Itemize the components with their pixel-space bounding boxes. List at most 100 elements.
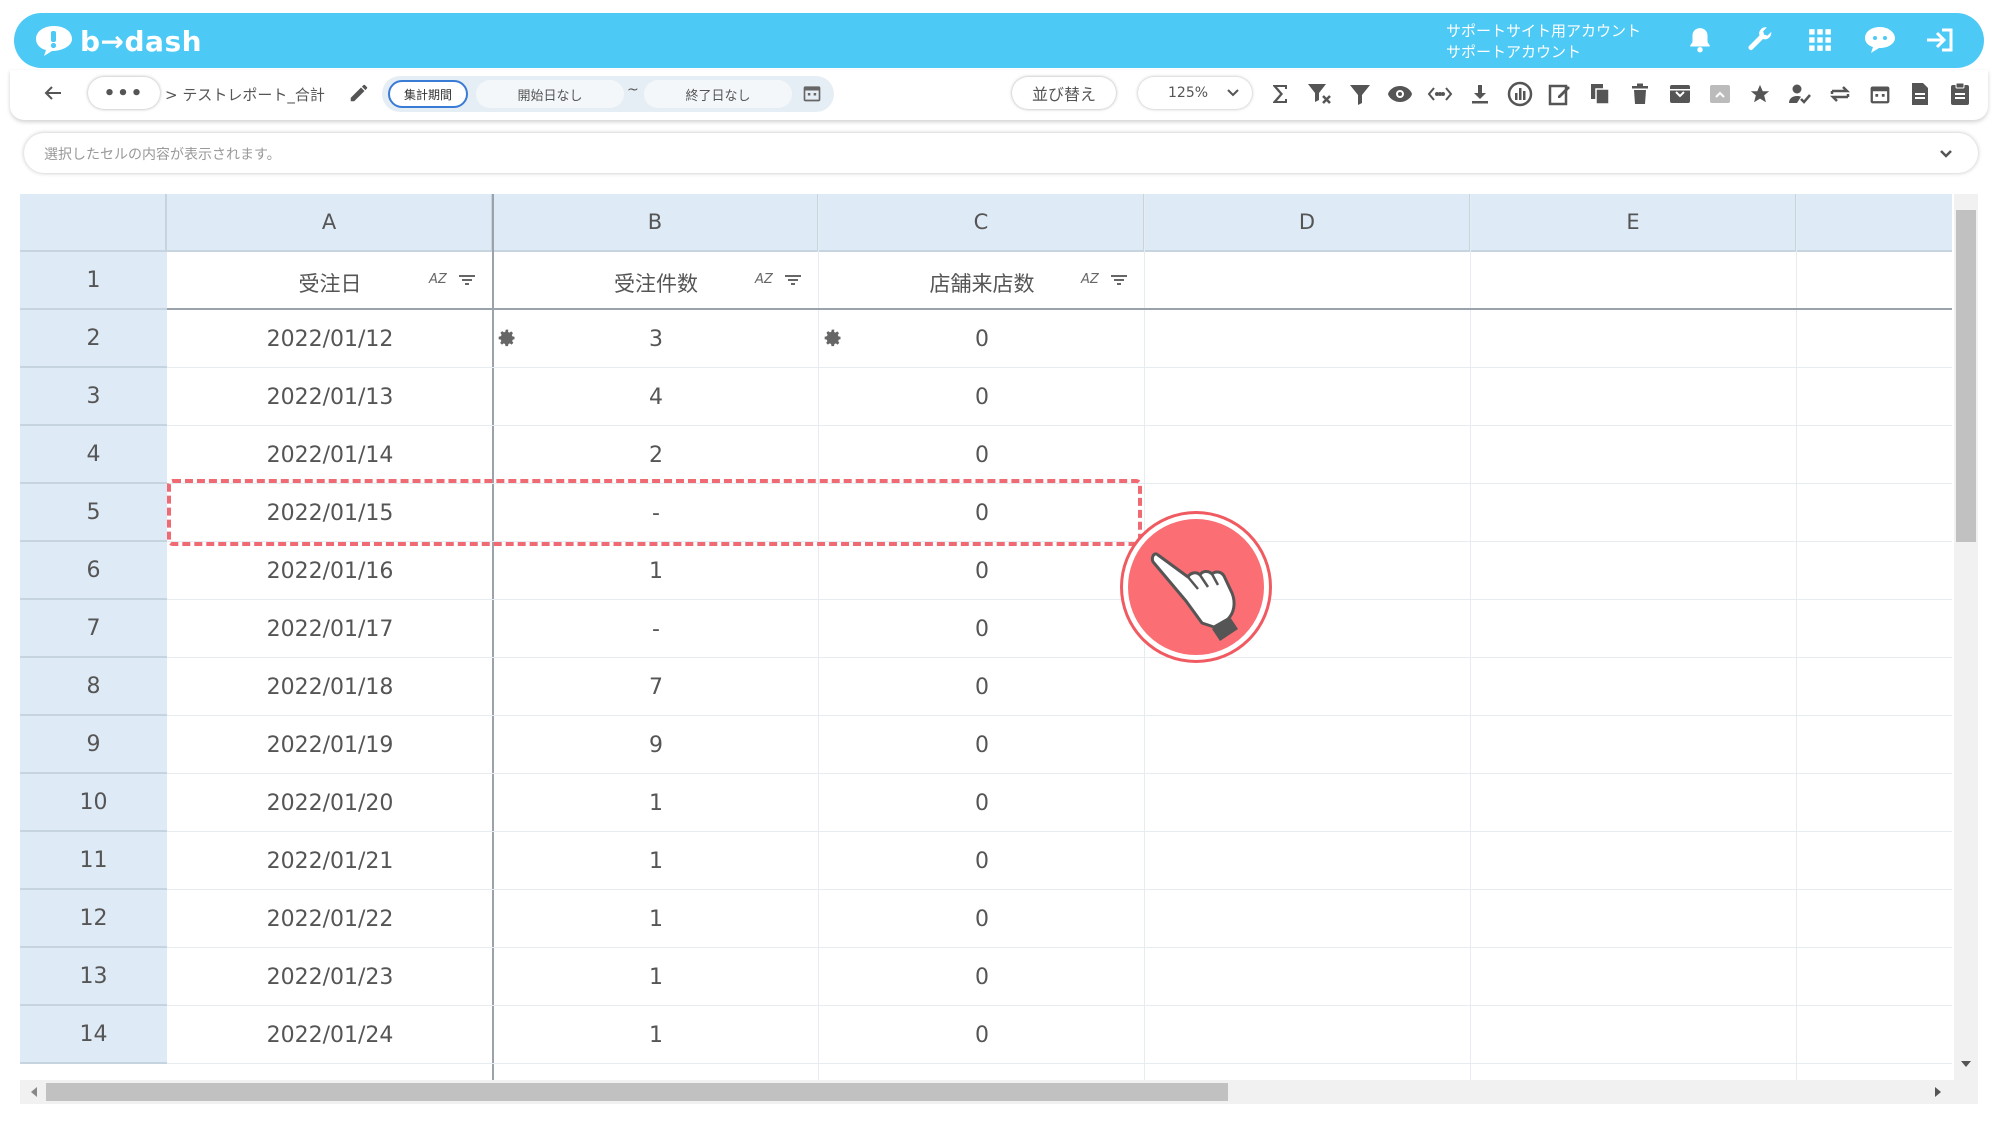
cell-a[interactable]: 2022/01/14 xyxy=(167,426,493,484)
cell-b[interactable]: 1 xyxy=(493,948,819,1006)
column-header-c[interactable]: C xyxy=(819,194,1145,250)
horizontal-scroll-thumb[interactable] xyxy=(46,1083,1228,1101)
row-header[interactable]: 14 xyxy=(20,1006,167,1064)
filter-lines-icon[interactable] xyxy=(783,270,803,290)
calendar-icon[interactable] xyxy=(802,83,824,105)
cell-b[interactable]: 9 xyxy=(493,716,819,774)
user-check-icon[interactable] xyxy=(1784,78,1816,110)
cell-a[interactable]: 2022/01/18 xyxy=(167,658,493,716)
cell-c[interactable]: 0 xyxy=(819,1006,1145,1064)
clipboard-icon[interactable] xyxy=(1944,78,1976,110)
swap-icon[interactable] xyxy=(1824,78,1856,110)
cell-c[interactable]: 0 xyxy=(819,774,1145,832)
cell-c[interactable]: 0 xyxy=(819,716,1145,774)
star-icon[interactable] xyxy=(1744,78,1776,110)
row-header[interactable]: 2 xyxy=(20,310,167,368)
row-header[interactable]: 3 xyxy=(20,368,167,426)
edit-icon[interactable] xyxy=(1544,78,1576,110)
column-header-a[interactable]: A xyxy=(167,194,493,250)
filter-icon[interactable] xyxy=(1344,78,1376,110)
code-icon[interactable] xyxy=(1424,78,1456,110)
cell-a[interactable]: 2022/01/13 xyxy=(167,368,493,426)
document-icon[interactable] xyxy=(1904,78,1936,110)
sort-az-icon[interactable]: AZ xyxy=(755,272,773,287)
cell-b[interactable]: 1 xyxy=(493,890,819,948)
unarchive-icon[interactable] xyxy=(1704,78,1736,110)
calendar-icon[interactable] xyxy=(1864,78,1896,110)
cell-c[interactable]: 0 xyxy=(819,426,1145,484)
row-header[interactable]: 11 xyxy=(20,832,167,890)
cell-a[interactable]: 2022/01/19 xyxy=(167,716,493,774)
row-header[interactable]: 10 xyxy=(20,774,167,832)
cell-b[interactable]: 2 xyxy=(493,426,819,484)
chat-bubble-icon[interactable] xyxy=(1854,19,1906,61)
cell-a[interactable]: 2022/01/21 xyxy=(167,832,493,890)
cell-b[interactable]: 1 xyxy=(493,774,819,832)
cell-a[interactable]: 2022/01/24 xyxy=(167,1006,493,1064)
column-header-b[interactable]: B xyxy=(493,194,819,250)
cell-b[interactable]: 1 xyxy=(493,542,819,600)
row-header[interactable]: 4 xyxy=(20,426,167,484)
sort-az-icon[interactable]: AZ xyxy=(1081,272,1099,287)
row-header[interactable]: 5 xyxy=(20,484,167,542)
more-menu-button[interactable]: ••• xyxy=(88,77,160,109)
header-cell-a[interactable]: 受注日 AZ xyxy=(167,252,493,310)
chart-icon[interactable] xyxy=(1504,78,1536,110)
scroll-down-arrow-icon[interactable] xyxy=(1958,1056,1974,1072)
sort-button[interactable]: 並び替え xyxy=(1012,77,1116,109)
vertical-scroll-thumb[interactable] xyxy=(1956,210,1976,542)
archive-icon[interactable] xyxy=(1664,78,1696,110)
cell-c[interactable]: 0 xyxy=(819,890,1145,948)
cell-a[interactable]: 2022/01/16 xyxy=(167,542,493,600)
cell-c[interactable]: 0 xyxy=(819,658,1145,716)
trash-icon[interactable] xyxy=(1624,78,1656,110)
wrench-icon[interactable] xyxy=(1734,19,1786,61)
eye-icon[interactable] xyxy=(1384,78,1416,110)
scroll-left-arrow-icon[interactable] xyxy=(26,1084,42,1100)
header-cell-c[interactable]: 店舗来店数 AZ xyxy=(819,252,1145,310)
column-header-e[interactable]: E xyxy=(1471,194,1797,250)
zoom-select[interactable]: 125% xyxy=(1138,77,1252,109)
row-header[interactable]: 7 xyxy=(20,600,167,658)
cell-a[interactable]: 2022/01/17 xyxy=(167,600,493,658)
cell-b[interactable]: 1 xyxy=(493,1006,819,1064)
row-header[interactable]: 12 xyxy=(20,890,167,948)
row-header[interactable]: 6 xyxy=(20,542,167,600)
chevron-down-icon[interactable] xyxy=(1934,141,1958,165)
cell-b[interactable]: 1 xyxy=(493,832,819,890)
download-icon[interactable] xyxy=(1464,78,1496,110)
grid-apps-icon[interactable] xyxy=(1794,19,1846,61)
cell-c[interactable]: 0 xyxy=(819,542,1145,600)
row-header[interactable]: 13 xyxy=(20,948,167,1006)
bell-icon[interactable] xyxy=(1674,19,1726,61)
cell-c[interactable]: 0 xyxy=(819,948,1145,1006)
formula-bar[interactable]: 選択したセルの内容が表示されます。 xyxy=(24,133,1978,173)
start-date-field[interactable]: 開始日なし xyxy=(476,80,624,108)
cell-b[interactable]: 7 xyxy=(493,658,819,716)
cell-b[interactable]: - xyxy=(493,600,819,658)
row-header[interactable]: 8 xyxy=(20,658,167,716)
pencil-icon[interactable] xyxy=(348,82,370,104)
cell-a[interactable]: 2022/01/20 xyxy=(167,774,493,832)
filter-lines-icon[interactable] xyxy=(457,270,477,290)
cell-c[interactable]: 0 xyxy=(819,600,1145,658)
sum-icon[interactable] xyxy=(1264,78,1296,110)
sort-az-icon[interactable]: AZ xyxy=(429,272,447,287)
filter-lines-icon[interactable] xyxy=(1109,270,1129,290)
row-header[interactable]: 9 xyxy=(20,716,167,774)
copy-icon[interactable] xyxy=(1584,78,1616,110)
cell-c[interactable]: 0 xyxy=(819,832,1145,890)
app-logo[interactable]: b→dash xyxy=(34,21,202,61)
back-arrow-icon[interactable] xyxy=(38,78,68,108)
scroll-right-arrow-icon[interactable] xyxy=(1930,1084,1946,1100)
end-date-field[interactable]: 終了日なし xyxy=(644,80,792,108)
header-cell-b[interactable]: 受注件数 AZ xyxy=(493,252,819,310)
cell-a[interactable]: 2022/01/23 xyxy=(167,948,493,1006)
filter-clear-icon[interactable] xyxy=(1304,78,1336,110)
cell-a[interactable]: 2022/01/22 xyxy=(167,890,493,948)
grid-corner[interactable] xyxy=(20,194,167,250)
logout-icon[interactable] xyxy=(1914,19,1966,61)
cell-b[interactable]: 3 xyxy=(493,310,819,368)
cell-c[interactable]: 0 xyxy=(819,368,1145,426)
cell-b[interactable]: 4 xyxy=(493,368,819,426)
